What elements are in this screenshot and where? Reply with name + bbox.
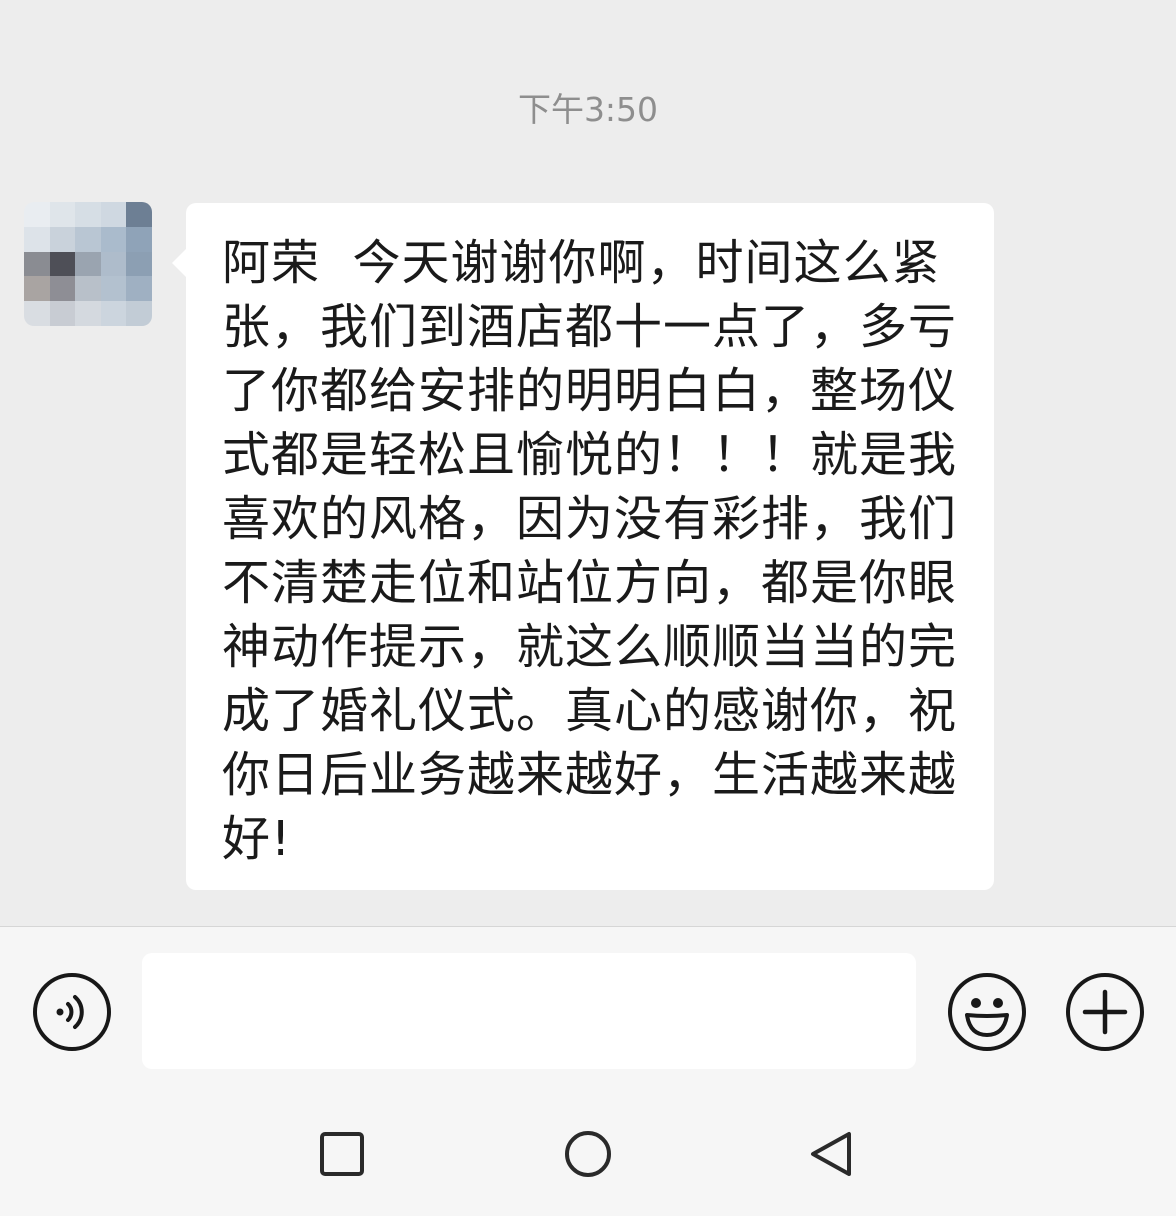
circle-icon[interactable] [563, 1129, 613, 1179]
triangle-back-icon[interactable] [807, 1129, 857, 1179]
system-nav-bar [0, 1097, 1176, 1216]
smiley-icon [965, 998, 1009, 1037]
emoji-button[interactable] [948, 973, 1026, 1051]
more-button[interactable] [1066, 973, 1144, 1051]
message-bubble[interactable]: 阿荣 今天谢谢你啊，时间这么紧张，我们到酒店都十一点了，多亏了你都给安排的明明白… [172, 203, 994, 890]
message-timestamp: 下午3:50 [517, 90, 659, 129]
message-input[interactable] [142, 953, 916, 1069]
chat-area: 下午3:50 阿荣 今天谢谢你啊，时间这么紧张，我们到酒店都十一点了，多亏了你都… [0, 0, 1176, 926]
plus-icon [1082, 989, 1128, 1035]
input-bar [0, 927, 1176, 1097]
avatar[interactable] [24, 202, 152, 326]
square-icon[interactable] [317, 1129, 367, 1179]
message-text: 阿荣 今天谢谢你啊，时间这么紧张，我们到酒店都十一点了，多亏了你都给安排的明明白… [222, 235, 958, 867]
voice-button[interactable] [33, 973, 111, 1051]
voice-icon [56, 995, 84, 1029]
